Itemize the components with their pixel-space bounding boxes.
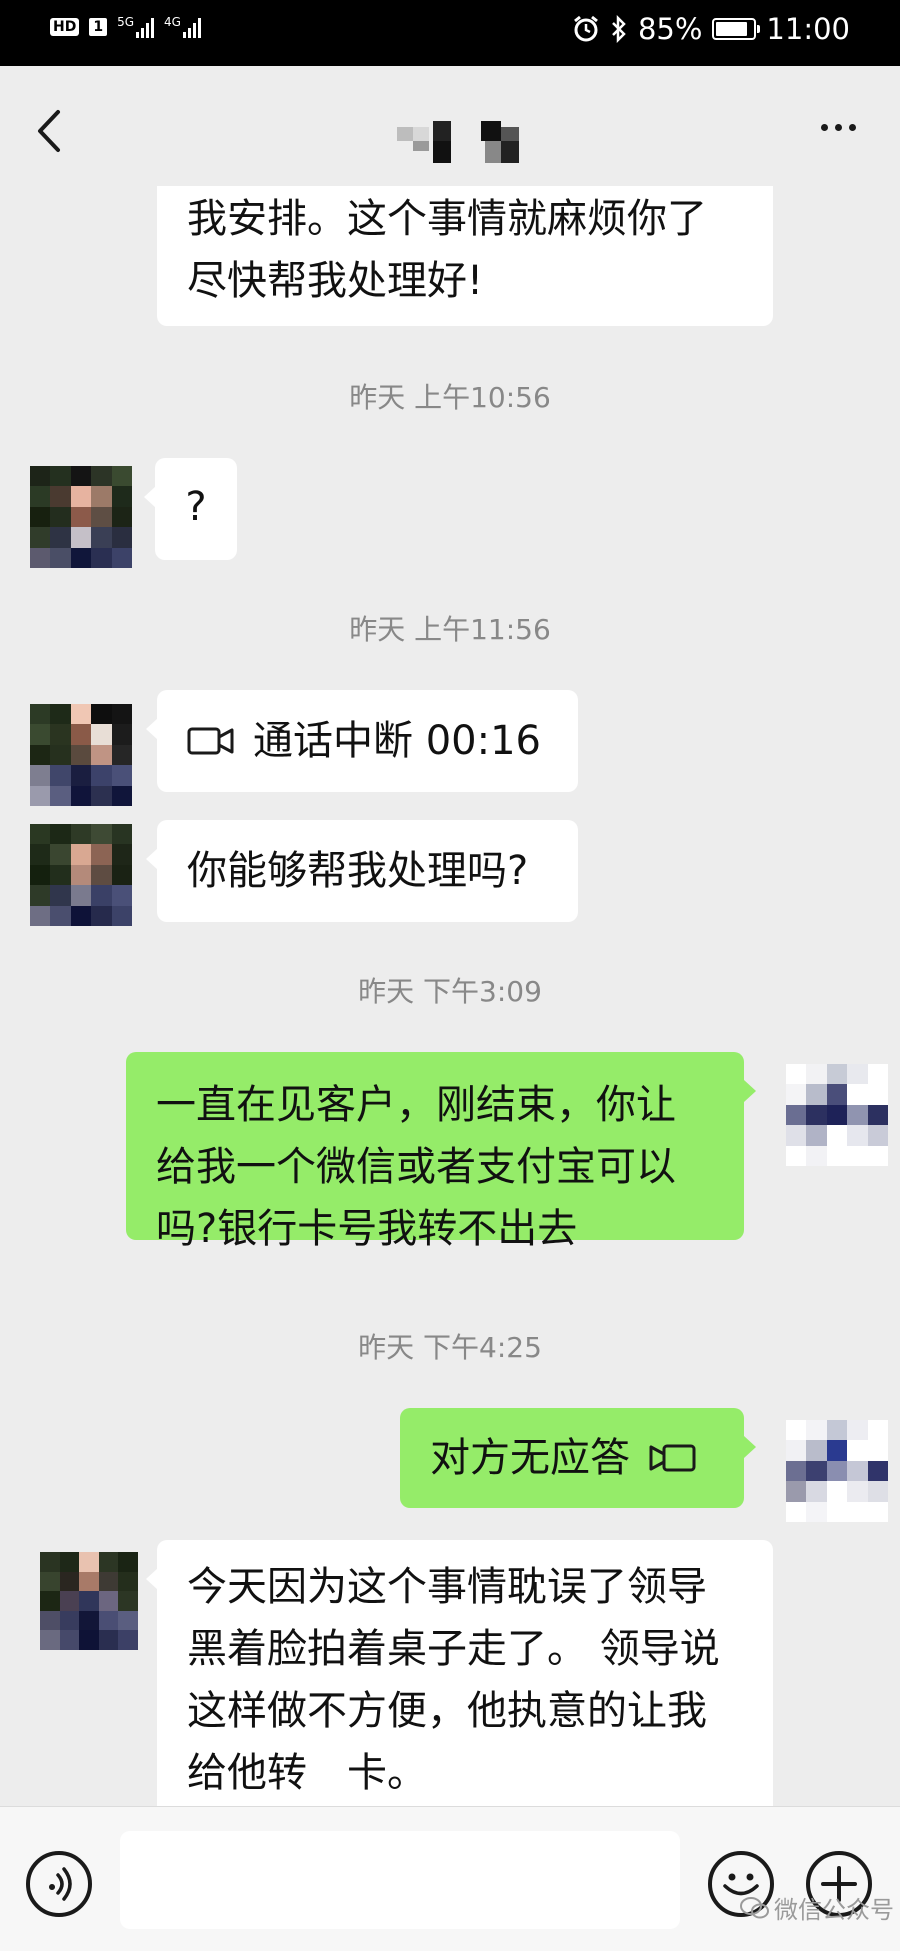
input-bar <box>0 1806 900 1951</box>
watermark-text: 微信公众号 <box>774 1896 894 1924</box>
message-bubble-incoming[interactable]: 你能够帮我处理吗? <box>146 820 578 922</box>
battery-percent: 85% <box>637 12 703 46</box>
battery-fill <box>716 22 748 36</box>
alarm-icon <box>574 15 598 42</box>
hd-badge: HD <box>50 18 80 36</box>
timestamp: 昨天 上午11:56 <box>349 613 551 646</box>
video-call-icon <box>187 727 234 755</box>
timestamp: 昨天 上午10:56 <box>349 381 551 414</box>
my-avatar[interactable] <box>786 1064 888 1166</box>
message-line: 一直在见客户，刚结束，你让 <box>156 1082 676 1128</box>
signal-4g: 4G <box>164 16 201 38</box>
sim-badge: 1 <box>89 18 108 36</box>
message-line: 尽快帮我处理好! <box>187 258 484 304</box>
message-bubble-incoming[interactable]: 今天因为这个事情耽误了领导 黑着脸拍着桌子走了。 领导说 这样做不方便，他执意的… <box>146 1540 773 1806</box>
contact-avatar[interactable] <box>40 1552 138 1650</box>
message-line: 黑着脸拍着桌子走了。 领导说 <box>187 1626 720 1672</box>
bluetooth-icon <box>612 15 626 43</box>
chat-title-pixelated <box>395 121 525 169</box>
chat-messages[interactable]: 我安排。这个事情就麻烦你了 尽快帮我处理好! 昨天 上午10:56 ? 昨天 上… <box>0 186 900 1806</box>
status-bar: HD 1 5G 4G 85% 11:00 <box>0 0 900 66</box>
contact-avatar[interactable] <box>30 704 132 806</box>
wechat-logo-icon <box>740 1896 769 1918</box>
message-bubble-outgoing[interactable]: 一直在见客户，刚结束，你让 给我一个微信或者支付宝可以 吗?银行卡号我转不出去 <box>126 1052 756 1252</box>
contact-avatar[interactable] <box>30 466 132 568</box>
call-bubble[interactable]: 通话中断 00:16 <box>146 690 578 792</box>
message-line: 吗?银行卡号我转不出去 <box>156 1206 578 1252</box>
my-avatar[interactable] <box>786 1420 888 1522</box>
message-line: 给我一个微信或者支付宝可以 <box>156 1144 676 1190</box>
network-4g-label: 4G <box>164 15 181 29</box>
title-bar <box>0 66 900 186</box>
message-bubble-incoming[interactable]: ? <box>144 458 237 560</box>
call-bubble-outgoing[interactable]: 对方无应答 <box>400 1408 756 1508</box>
network-5g-label: 5G <box>117 15 135 29</box>
contact-avatar[interactable] <box>30 824 132 926</box>
message-line: 给他转 卡。 <box>187 1750 427 1796</box>
status-right: 85% 11:00 <box>572 12 850 46</box>
signal-bars-icon <box>136 16 155 38</box>
video-call-icon <box>649 1444 696 1472</box>
signal-5g: 5G <box>117 15 155 38</box>
signal-bars-icon <box>182 16 201 38</box>
message-line: 今天因为这个事情耽误了领导 <box>187 1564 707 1610</box>
message-line: 这样做不方便，他执意的让我 <box>187 1688 707 1734</box>
back-chevron-icon[interactable] <box>32 106 68 156</box>
call-status-text: 对方无应答 <box>430 1435 630 1481</box>
watermark: 微信公众号 <box>740 1890 894 1925</box>
timestamp: 昨天 下午3:09 <box>358 975 542 1008</box>
message-bubble-incoming[interactable]: 我安排。这个事情就麻烦你了 尽快帮我处理好! <box>157 186 773 326</box>
status-left: HD 1 5G 4G <box>50 16 201 38</box>
battery-icon <box>712 18 761 40</box>
more-dots-icon[interactable] <box>821 124 856 131</box>
message-input[interactable] <box>120 1831 680 1929</box>
call-status-text: 通话中断 00:16 <box>253 718 541 764</box>
pixelated-name-image <box>397 121 519 163</box>
timestamp: 昨天 下午4:25 <box>358 1331 542 1364</box>
message-line: 你能够帮我处理吗? <box>187 848 529 894</box>
voice-icon[interactable] <box>26 1851 92 1917</box>
clock: 11:00 <box>766 12 850 46</box>
message-line: 我安排。这个事情就麻烦你了 <box>187 196 707 242</box>
message-line: ? <box>185 484 207 530</box>
